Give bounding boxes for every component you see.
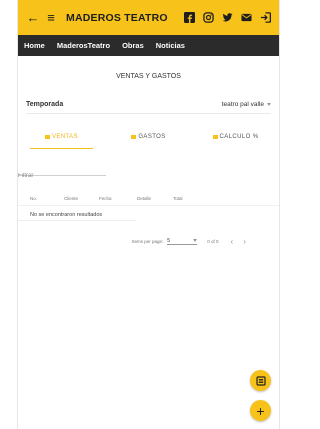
- hamburger-menu-icon[interactable]: ≡: [42, 9, 60, 27]
- gastos-tab-icon: [131, 135, 137, 139]
- nav-item-maderosteatro[interactable]: MaderosTeatro: [57, 41, 110, 50]
- items-per-page-label: Items per page:: [132, 238, 164, 244]
- items-per-page-select[interactable]: 5: [167, 237, 198, 245]
- page-title: VENTAS Y GASTOS: [116, 73, 181, 80]
- nav-item-home[interactable]: Home: [24, 41, 45, 50]
- page-range-label: 0 of 0: [207, 238, 219, 244]
- instagram-icon[interactable]: [200, 10, 216, 26]
- app-title: MADEROS TEATRO: [66, 11, 168, 24]
- tab-group: VENTAS GASTOS CALCULO %: [18, 128, 279, 149]
- dropdown-caret-icon: [267, 103, 271, 106]
- main-navigation: Home MaderosTeatro Obras Noticias: [18, 35, 279, 56]
- tab-ventas[interactable]: VENTAS: [18, 128, 105, 149]
- items-per-page-value: 5: [167, 237, 171, 244]
- app-frame: ← ≡ MADEROS TEATRO Home MaderosTeatro Ob…: [17, 0, 280, 429]
- filter-field: [18, 164, 106, 179]
- column-header-fecha[interactable]: Fecha: [99, 196, 137, 205]
- no-results-message: No se encontraron resultados: [30, 212, 103, 218]
- add-icon: +: [256, 402, 265, 419]
- nav-item-obras[interactable]: Obras: [122, 41, 144, 50]
- column-header-detalle[interactable]: Detalle: [137, 196, 173, 205]
- nav-item-noticias[interactable]: Noticias: [156, 41, 185, 50]
- dropdown-caret-icon: [193, 239, 198, 242]
- calculo-tab-icon: [212, 135, 218, 139]
- add-fab-button[interactable]: +: [250, 400, 271, 421]
- next-page-icon[interactable]: ›: [243, 237, 246, 246]
- paginator: Items per page: 5 0 of 0 ‹ ›: [18, 235, 279, 247]
- filter-input[interactable]: [18, 173, 106, 179]
- no-results-divider: [18, 220, 136, 221]
- temporada-select-row: Temporada teatro pal valle: [26, 100, 271, 114]
- column-header-no[interactable]: No.: [30, 196, 64, 205]
- mail-icon[interactable]: [238, 10, 254, 26]
- report-fab-button[interactable]: [250, 370, 271, 391]
- tab-ventas-label: VENTAS: [52, 134, 78, 140]
- temporada-select[interactable]: teatro pal valle: [222, 101, 271, 108]
- previous-page-icon[interactable]: ‹: [231, 237, 234, 246]
- column-header-cliente[interactable]: Cliente: [64, 196, 99, 205]
- table-header-row: No. Cliente Fecha Detalle Total: [18, 196, 279, 206]
- ventas-tab-icon: [45, 135, 51, 139]
- tab-calculo-label: CALCULO %: [219, 134, 259, 140]
- tab-gastos-label: GASTOS: [138, 134, 166, 140]
- report-icon: [255, 375, 266, 386]
- twitter-icon[interactable]: [219, 10, 235, 26]
- facebook-icon[interactable]: [181, 10, 197, 26]
- login-icon[interactable]: [257, 10, 273, 26]
- column-header-total[interactable]: Total: [173, 196, 203, 205]
- top-app-bar: ← ≡ MADEROS TEATRO: [18, 0, 279, 35]
- back-arrow-icon[interactable]: ←: [24, 9, 42, 27]
- temporada-select-value: teatro pal valle: [221, 101, 264, 108]
- temporada-label: Temporada: [26, 101, 64, 108]
- tab-calculo[interactable]: CALCULO %: [192, 128, 279, 146]
- tab-gastos[interactable]: GASTOS: [105, 128, 192, 146]
